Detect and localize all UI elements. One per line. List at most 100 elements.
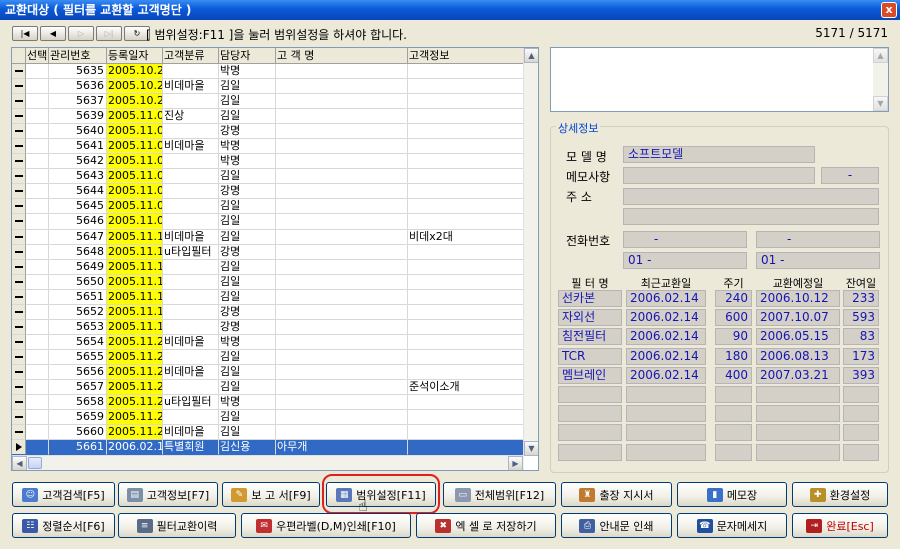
name-cell[interactable]: [276, 169, 408, 185]
info-cell[interactable]: [408, 124, 524, 140]
table-row[interactable]: 56502005.11.15 김일: [12, 274, 524, 290]
table-row[interactable]: 56452005.11.08 김일: [12, 199, 524, 215]
id-cell[interactable]: 5647: [49, 229, 107, 245]
category-cell[interactable]: [163, 259, 219, 275]
date-cell[interactable]: 2005.11.08: [107, 199, 163, 215]
manager-cell[interactable]: 김일: [219, 214, 276, 230]
col-date[interactable]: 등록일자: [107, 48, 163, 63]
manager-cell[interactable]: 김일: [219, 274, 276, 290]
name-cell[interactable]: [276, 64, 408, 80]
table-row[interactable]: 56582005.11.25u타입필터박명: [12, 395, 524, 411]
name-cell[interactable]: [276, 94, 408, 110]
category-cell[interactable]: 비데마을: [163, 425, 219, 441]
id-cell[interactable]: 5648: [49, 244, 107, 260]
name-cell[interactable]: [276, 244, 408, 260]
manager-cell[interactable]: 김일: [219, 259, 276, 275]
date-cell[interactable]: 2005.11.21: [107, 379, 163, 396]
info-cell[interactable]: [408, 79, 524, 95]
info-cell[interactable]: [408, 334, 524, 350]
name-cell[interactable]: [276, 319, 408, 335]
sort-order-button[interactable]: ☷ 정렬순서[F6]: [12, 513, 115, 538]
manager-cell[interactable]: 박명: [219, 64, 276, 80]
name-cell[interactable]: [276, 199, 408, 215]
col-name[interactable]: 고 객 명: [276, 48, 408, 63]
select-cell[interactable]: [26, 169, 49, 185]
row-indicator[interactable]: [12, 244, 26, 260]
id-cell[interactable]: 5653: [49, 319, 107, 335]
row-indicator[interactable]: [12, 440, 26, 456]
name-cell[interactable]: [276, 410, 408, 426]
row-indicator[interactable]: [12, 214, 26, 230]
id-cell[interactable]: 5650: [49, 274, 107, 290]
category-cell[interactable]: [163, 214, 219, 230]
table-row[interactable]: 56352005.10.25 박명: [12, 64, 524, 80]
info-cell[interactable]: [408, 94, 524, 110]
info-cell[interactable]: [408, 109, 524, 125]
category-cell[interactable]: [163, 184, 219, 200]
info-cell[interactable]: [408, 364, 524, 380]
id-cell[interactable]: 5646: [49, 214, 107, 230]
date-cell[interactable]: 2005.11.01: [107, 109, 163, 125]
row-indicator[interactable]: [12, 79, 26, 95]
row-indicator[interactable]: [12, 169, 26, 185]
col-id[interactable]: 관리번호: [49, 48, 107, 63]
manager-cell[interactable]: 김일: [219, 79, 276, 95]
row-indicator[interactable]: [12, 64, 26, 80]
all-range-button[interactable]: ▭ 전체범위[F12]: [443, 482, 556, 507]
sms-button[interactable]: ☎ 문자메세지: [677, 513, 787, 538]
name-cell[interactable]: [276, 259, 408, 275]
category-cell[interactable]: [163, 410, 219, 426]
table-row[interactable]: 56522005.11.18 강명: [12, 304, 524, 320]
date-cell[interactable]: 2005.11.18: [107, 304, 163, 320]
date-cell[interactable]: 2005.11.21: [107, 349, 163, 365]
table-row[interactable]: 56542005.11.21비데마을박명: [12, 334, 524, 350]
manager-cell[interactable]: 박명: [219, 154, 276, 170]
scroll-down-icon[interactable]: ▼: [524, 441, 538, 456]
category-cell[interactable]: 비데마을: [163, 79, 219, 95]
manager-cell[interactable]: 김일: [219, 349, 276, 365]
category-cell[interactable]: [163, 169, 219, 185]
name-cell[interactable]: [276, 334, 408, 350]
row-indicator[interactable]: [12, 274, 26, 290]
id-cell[interactable]: 5649: [49, 259, 107, 275]
table-row[interactable]: 56552005.11.21 김일: [12, 349, 524, 365]
info-cell[interactable]: [408, 184, 524, 200]
date-cell[interactable]: 2005.11.25: [107, 395, 163, 411]
table-row[interactable]: 56442005.11.05 강명: [12, 184, 524, 200]
row-indicator[interactable]: [12, 410, 26, 426]
id-cell[interactable]: 5654: [49, 334, 107, 350]
prev-record-button[interactable]: ◀: [40, 26, 66, 41]
row-indicator[interactable]: [12, 319, 26, 335]
select-cell[interactable]: [26, 319, 49, 335]
date-cell[interactable]: 2005.11.26: [107, 425, 163, 441]
name-cell[interactable]: [276, 364, 408, 380]
info-cell[interactable]: [408, 214, 524, 230]
date-cell[interactable]: 2005.11.09: [107, 214, 163, 230]
manager-cell[interactable]: 강명: [219, 304, 276, 320]
scroll-thumb[interactable]: [28, 457, 42, 469]
id-cell[interactable]: 5660: [49, 425, 107, 441]
table-row[interactable]: 56422005.11.03 박명: [12, 154, 524, 170]
select-cell[interactable]: [26, 154, 49, 170]
category-cell[interactable]: [163, 199, 219, 215]
id-cell[interactable]: 5639: [49, 109, 107, 125]
name-cell[interactable]: [276, 109, 408, 125]
info-cell[interactable]: 비데x2대: [408, 229, 524, 245]
info-cell[interactable]: [408, 395, 524, 411]
row-indicator[interactable]: [12, 259, 26, 275]
id-cell[interactable]: 5661: [49, 440, 107, 456]
manager-cell[interactable]: 김일: [219, 410, 276, 426]
manager-cell[interactable]: 강명: [219, 319, 276, 335]
info-cell[interactable]: [408, 425, 524, 441]
id-cell[interactable]: 5658: [49, 395, 107, 411]
name-cell[interactable]: 아무개: [276, 440, 408, 456]
manager-cell[interactable]: 김일: [219, 109, 276, 125]
row-indicator[interactable]: [12, 139, 26, 155]
id-cell[interactable]: 5641: [49, 139, 107, 155]
id-cell[interactable]: 5652: [49, 304, 107, 320]
date-cell[interactable]: 2005.11.15: [107, 244, 163, 260]
date-cell[interactable]: 2005.11.05: [107, 184, 163, 200]
manager-cell[interactable]: 김일: [219, 289, 276, 305]
row-indicator[interactable]: [12, 289, 26, 305]
category-cell[interactable]: [163, 274, 219, 290]
